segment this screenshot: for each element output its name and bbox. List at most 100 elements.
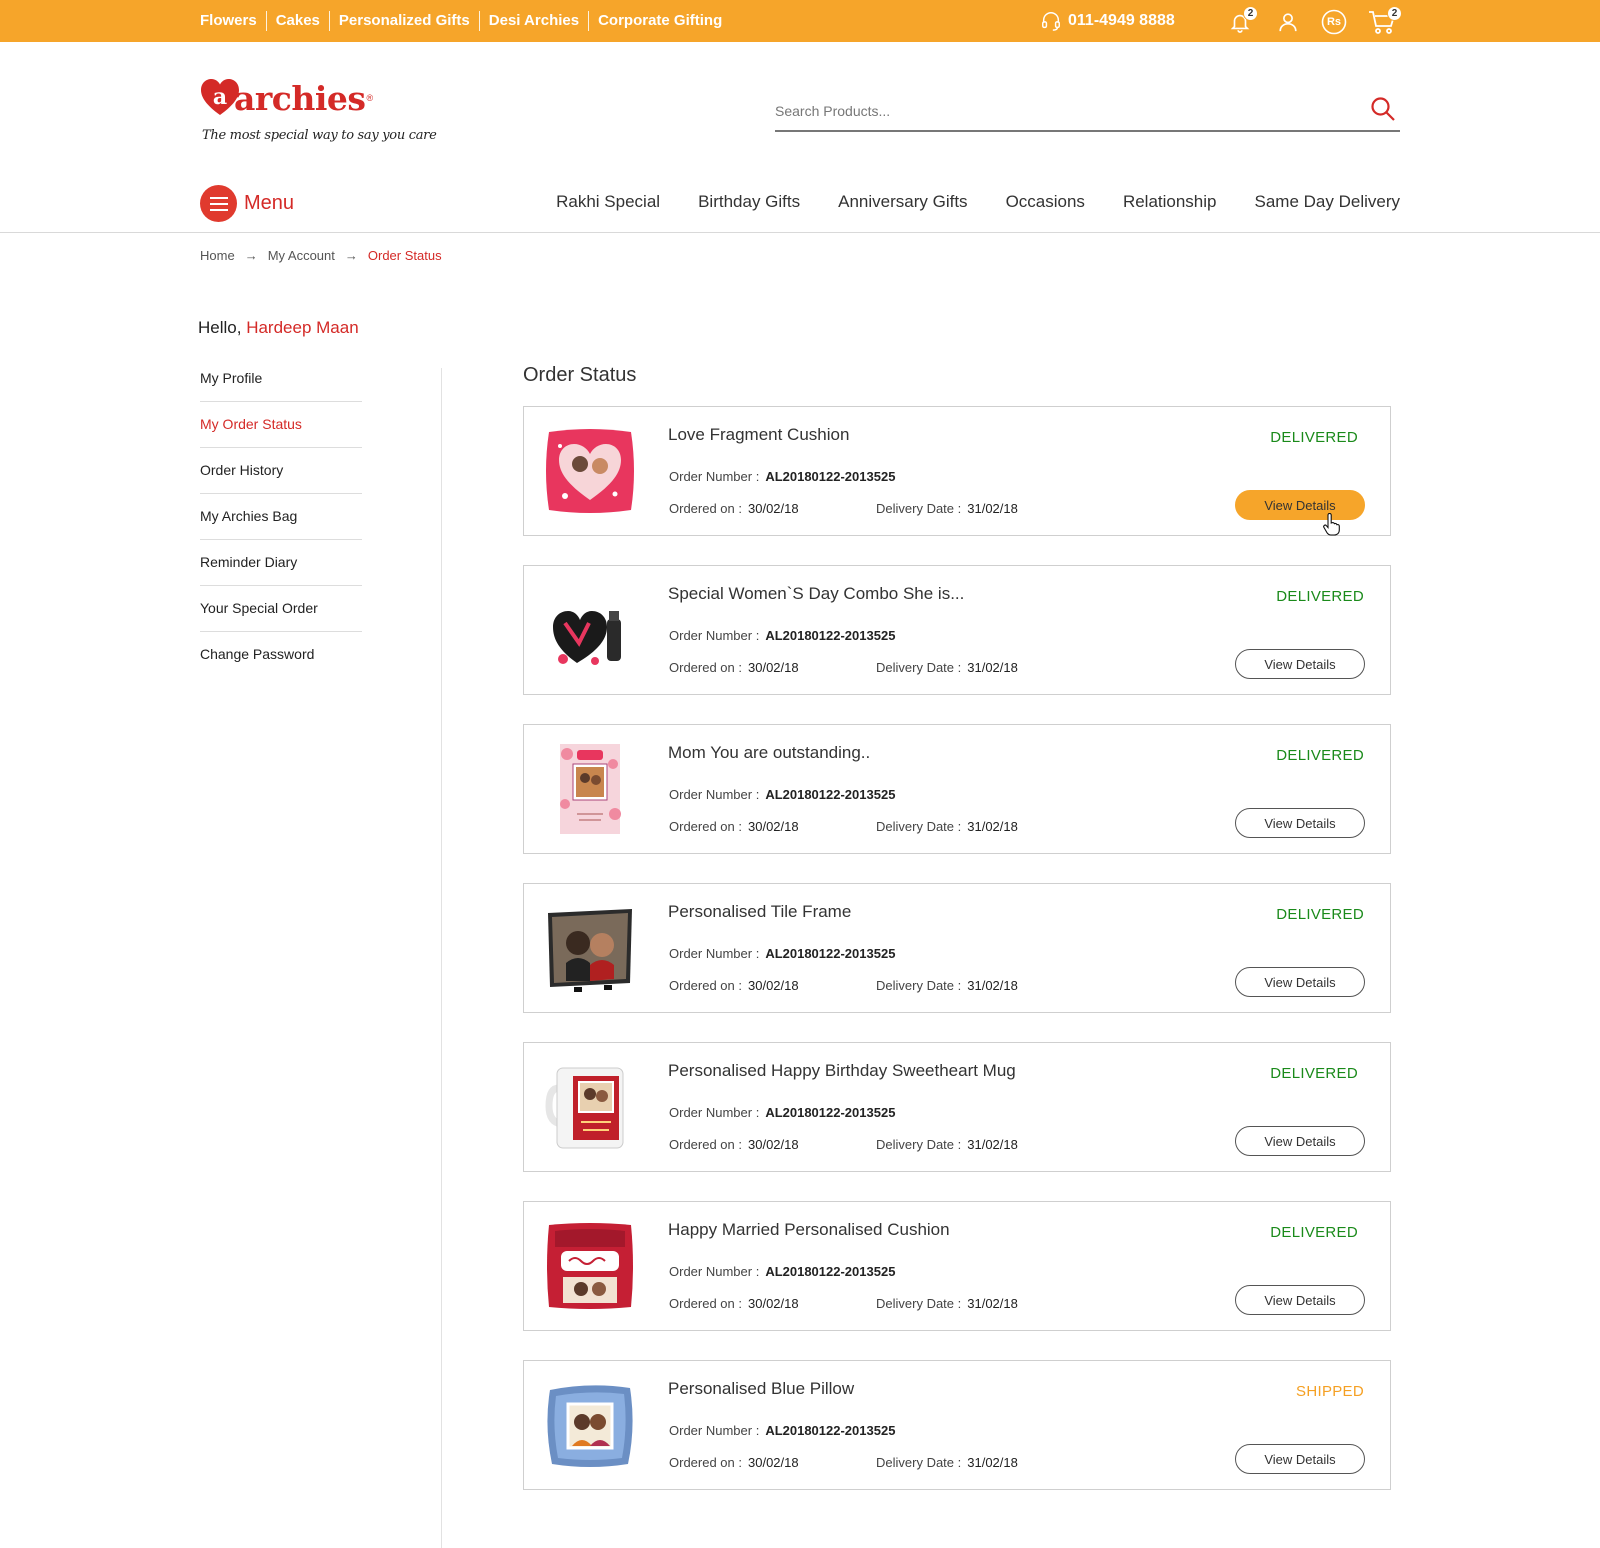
currency-symbol: Rs [1326, 16, 1342, 28]
top-bar: Flowers Cakes Personalized Gifts Desi Ar… [0, 0, 1600, 42]
order-status-badge: DELIVERED [1276, 747, 1364, 764]
user-icon [1279, 13, 1297, 32]
delivery-date-label: Delivery Date : [876, 1137, 962, 1152]
order-number-row: Order Number : AL20180122-2013525 [669, 469, 895, 484]
nav-occasions[interactable]: Occasions [1006, 192, 1085, 212]
order-list: Love Fragment Cushion Order Number : AL20… [523, 406, 1391, 1519]
order-number-value: AL20180122-2013525 [765, 946, 896, 961]
product-name[interactable]: Personalised Tile Frame [668, 902, 851, 922]
product-name[interactable]: Special Women`S Day Combo She is... [668, 584, 964, 604]
delivery-date-value: 31/02/18 [967, 1137, 1018, 1152]
sidebar-item-my-order-status[interactable]: My Order Status [200, 402, 362, 448]
card-icon[interactable] [544, 743, 636, 835]
view-details-button[interactable]: View Details [1235, 967, 1365, 997]
view-details-button[interactable]: View Details [1235, 490, 1365, 520]
order-number-value: AL20180122-2013525 [765, 787, 896, 802]
view-details-button[interactable]: View Details [1235, 808, 1365, 838]
sidebar-item-my-profile[interactable]: My Profile [200, 356, 362, 402]
order-number-label: Order Number : [669, 1423, 760, 1438]
breadcrumb-my-account[interactable]: My Account [268, 248, 335, 263]
delivery-date-row: Delivery Date : 31/02/18 [876, 660, 1018, 675]
view-details-button[interactable]: View Details [1235, 1126, 1365, 1156]
cushion-heart-icon[interactable] [544, 425, 636, 517]
order-status-badge: SHIPPED [1296, 1383, 1364, 1400]
sidebar-item-reminder-diary[interactable]: Reminder Diary [200, 540, 362, 586]
top-link-cakes[interactable]: Cakes [265, 11, 329, 31]
order-number-label: Order Number : [669, 787, 760, 802]
delivery-date-label: Delivery Date : [876, 1296, 962, 1311]
order-number-value: AL20180122-2013525 [765, 628, 896, 643]
sidebar-item-my-archies-bag[interactable]: My Archies Bag [200, 494, 362, 540]
sidebar-item-change-password[interactable]: Change Password [200, 632, 362, 678]
cushion-icon[interactable] [544, 1220, 636, 1312]
order-number-row: Order Number : AL20180122-2013525 [669, 946, 895, 961]
order-card: Special Women`S Day Combo She is... Orde… [523, 565, 1391, 695]
ordered-on-label: Ordered on : [669, 819, 742, 834]
gift-combo-icon[interactable] [544, 584, 636, 676]
order-number-value: AL20180122-2013525 [765, 1264, 896, 1279]
cart-button[interactable]: 2 [1366, 6, 1402, 36]
product-name[interactable]: Love Fragment Cushion [668, 425, 849, 445]
order-number-row: Order Number : AL20180122-2013525 [669, 787, 895, 802]
product-name[interactable]: Personalised Happy Birthday Sweetheart M… [668, 1061, 1016, 1081]
sidebar-item-order-history[interactable]: Order History [200, 448, 362, 494]
sidebar-item-your-special-order[interactable]: Your Special Order [200, 586, 362, 632]
breadcrumb-home[interactable]: Home [200, 248, 235, 263]
page-title: Order Status [523, 364, 637, 386]
order-status-badge: DELIVERED [1270, 1065, 1358, 1082]
product-name[interactable]: Personalised Blue Pillow [668, 1379, 854, 1399]
hand-pointer-icon [1323, 513, 1340, 536]
nav-anniversary-gifts[interactable]: Anniversary Gifts [838, 192, 967, 212]
order-number-row: Order Number : AL20180122-2013525 [669, 1105, 895, 1120]
search-button[interactable] [1368, 94, 1398, 124]
order-number-label: Order Number : [669, 628, 760, 643]
product-name[interactable]: Mom You are outstanding.. [668, 743, 870, 763]
product-name[interactable]: Happy Married Personalised Cushion [668, 1220, 950, 1240]
main-nav: Rakhi Special Birthday Gifts Anniversary… [556, 192, 1400, 212]
view-details-button[interactable]: View Details [1235, 649, 1365, 679]
order-number-row: Order Number : AL20180122-2013525 [669, 1264, 895, 1279]
top-link-desi-archies[interactable]: Desi Archies [478, 11, 588, 31]
delivery-date-label: Delivery Date : [876, 978, 962, 993]
delivery-date-row: Delivery Date : 31/02/18 [876, 819, 1018, 834]
ordered-on-value: 30/02/18 [748, 1296, 799, 1311]
top-link-corporate-gifting[interactable]: Corporate Gifting [588, 11, 731, 31]
ordered-on-value: 30/02/18 [748, 978, 799, 993]
nav-birthday-gifts[interactable]: Birthday Gifts [698, 192, 800, 212]
order-status-badge: DELIVERED [1276, 588, 1364, 605]
support-phone[interactable]: 011-4949 8888 [1040, 10, 1175, 32]
ordered-on-label: Ordered on : [669, 1455, 742, 1470]
ordered-on-label: Ordered on : [669, 1137, 742, 1152]
nav-rakhi-special[interactable]: Rakhi Special [556, 192, 660, 212]
pillow-icon[interactable] [544, 1379, 636, 1471]
search-input[interactable] [775, 96, 1345, 126]
delivery-date-value: 31/02/18 [967, 819, 1018, 834]
top-link-flowers[interactable]: Flowers [200, 11, 266, 31]
arrow-right-icon: → [244, 248, 258, 263]
ordered-on-label: Ordered on : [669, 501, 742, 516]
ordered-on-label: Ordered on : [669, 1296, 742, 1311]
view-details-button[interactable]: View Details [1235, 1285, 1365, 1315]
view-details-button[interactable]: View Details [1235, 1444, 1365, 1474]
mug-icon[interactable] [544, 1061, 636, 1153]
delivery-date-label: Delivery Date : [876, 501, 962, 516]
notifications-button[interactable]: 2 [1226, 6, 1258, 36]
search-icon [1371, 97, 1395, 121]
currency-button[interactable]: Rs [1320, 8, 1348, 36]
archies-logo[interactable]: a archies ® The most special way to say … [200, 78, 437, 158]
order-number-value: AL20180122-2013525 [765, 469, 896, 484]
menu-button[interactable]: Menu [200, 185, 294, 222]
order-card: Mom You are outstanding.. Order Number :… [523, 724, 1391, 854]
account-sidebar: My Profile My Order Status Order History… [200, 356, 362, 678]
account-button[interactable] [1274, 8, 1302, 36]
top-link-personalized-gifts[interactable]: Personalized Gifts [328, 11, 479, 31]
ordered-on-row: Ordered on : 30/02/18 [669, 1137, 799, 1152]
photo-frame-icon[interactable] [544, 902, 636, 994]
nav-relationship[interactable]: Relationship [1123, 192, 1217, 212]
sidebar-divider [441, 368, 442, 1548]
ordered-on-row: Ordered on : 30/02/18 [669, 501, 799, 516]
order-number-label: Order Number : [669, 469, 760, 484]
ordered-on-row: Ordered on : 30/02/18 [669, 819, 799, 834]
nav-same-day-delivery[interactable]: Same Day Delivery [1255, 192, 1401, 212]
order-number-value: AL20180122-2013525 [765, 1105, 896, 1120]
